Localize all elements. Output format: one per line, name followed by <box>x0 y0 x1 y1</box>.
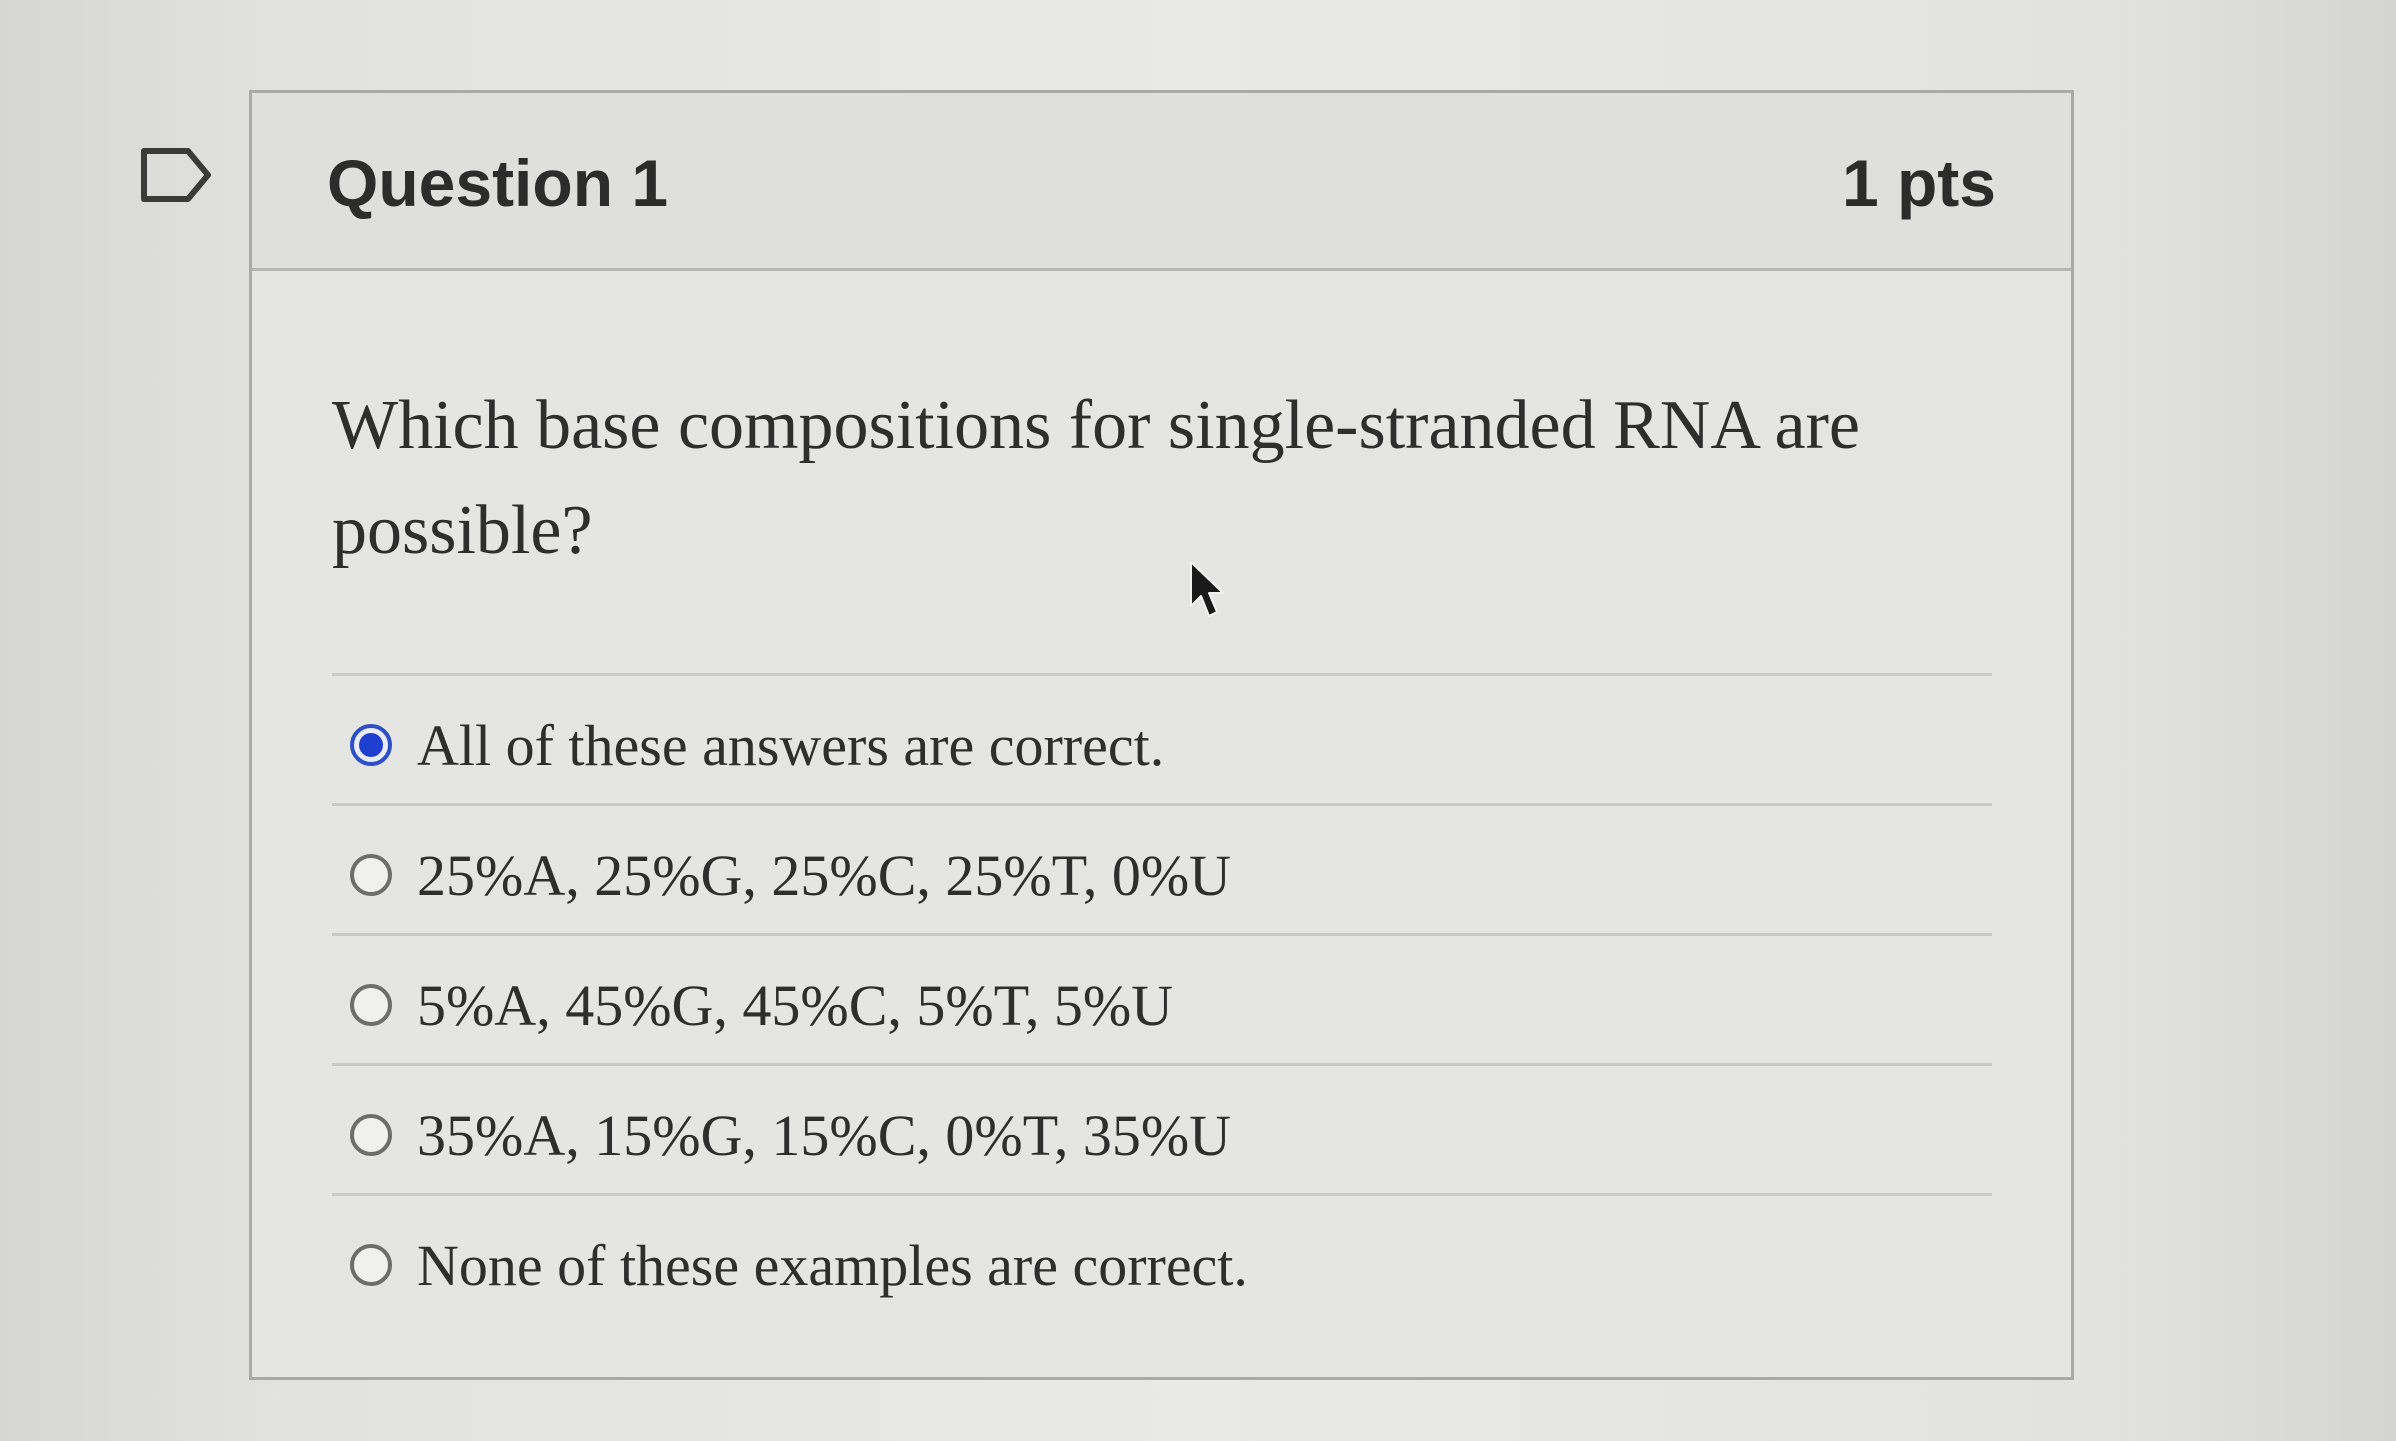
answer-option-4[interactable]: 35%A, 15%G, 15%C, 0%T, 35%U <box>332 1063 1992 1193</box>
flag-question-icon[interactable] <box>140 145 214 205</box>
question-card: Question 1 1 pts Which base compositions… <box>249 90 2074 1380</box>
question-text: Which base compositions for single-stran… <box>332 387 1860 569</box>
radio-icon[interactable] <box>350 1244 392 1286</box>
question-title: Question 1 <box>327 146 669 220</box>
answer-option-none-correct[interactable]: None of these examples are correct. <box>332 1193 1992 1323</box>
answer-label: 5%A, 45%G, 45%C, 5%T, 5%U <box>417 973 1174 1038</box>
radio-icon[interactable] <box>350 854 392 896</box>
answer-option-2[interactable]: 25%A, 25%G, 25%C, 25%T, 0%U <box>332 803 1992 933</box>
answer-label: None of these examples are correct. <box>417 1233 1248 1298</box>
radio-icon[interactable] <box>350 1114 392 1156</box>
question-header: Question 1 1 pts <box>252 93 2071 271</box>
answer-option-all-correct[interactable]: All of these answers are correct. <box>332 673 1992 803</box>
answer-label: 25%A, 25%G, 25%C, 25%T, 0%U <box>417 843 1232 908</box>
mouse-pointer-icon <box>1190 561 1224 617</box>
answer-label: 35%A, 15%G, 15%C, 0%T, 35%U <box>417 1103 1232 1168</box>
answer-option-3[interactable]: 5%A, 45%G, 45%C, 5%T, 5%U <box>332 933 1992 1063</box>
radio-icon[interactable] <box>350 984 392 1026</box>
answer-label: All of these answers are correct. <box>417 713 1165 778</box>
question-points: 1 pts <box>1841 146 1996 220</box>
answer-list: All of these answers are correct. 25%A, … <box>332 673 1992 1323</box>
radio-selected-icon[interactable] <box>350 724 392 766</box>
